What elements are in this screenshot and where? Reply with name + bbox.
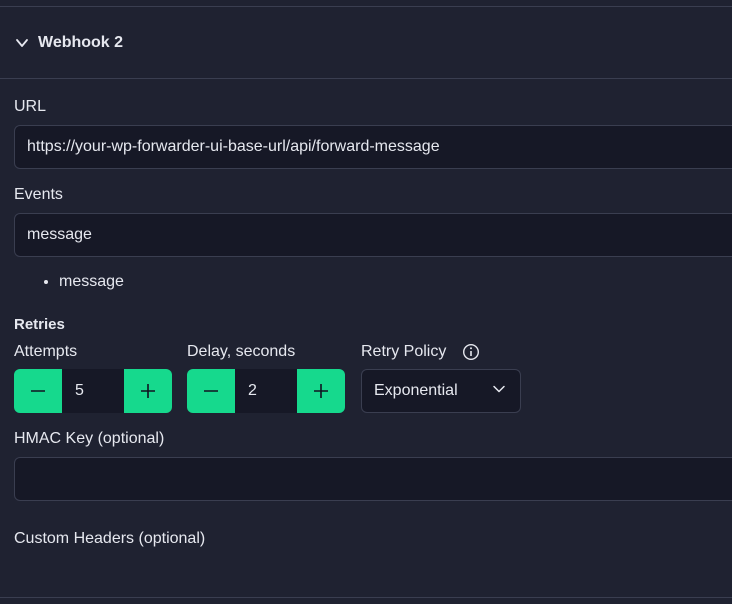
webhook-title: Webhook 2 xyxy=(38,33,124,51)
list-item: message xyxy=(59,272,124,292)
header-divider xyxy=(0,78,732,79)
attempts-label: Attempts xyxy=(14,343,78,360)
delay-value[interactable]: 2 xyxy=(235,369,297,413)
webhook-panel-header[interactable]: Webhook 2 xyxy=(0,7,732,78)
chevron-down-icon xyxy=(492,382,506,401)
plus-icon xyxy=(141,384,155,398)
hmac-key-label: HMAC Key (optional) xyxy=(14,430,165,447)
retries-section-title: Retries xyxy=(14,316,65,333)
webhook-settings-panel: Webhook 2 URL Events message Retries Att… xyxy=(0,0,732,604)
retry-policy-label: Retry Policy xyxy=(361,343,447,360)
delay-label: Delay, seconds xyxy=(187,343,296,360)
minus-icon xyxy=(204,390,218,392)
info-icon[interactable] xyxy=(462,343,480,361)
hmac-key-input[interactable] xyxy=(14,457,732,501)
delay-increment-button[interactable] xyxy=(297,369,345,413)
attempts-increment-button[interactable] xyxy=(124,369,172,413)
plus-icon xyxy=(314,384,328,398)
url-input[interactable] xyxy=(14,125,732,169)
custom-headers-label: Custom Headers (optional) xyxy=(14,530,206,547)
retry-policy-select[interactable]: Exponential xyxy=(361,369,521,413)
url-label: URL xyxy=(14,98,47,115)
attempts-stepper: 5 xyxy=(14,369,172,413)
bottom-divider xyxy=(0,597,732,598)
delay-stepper: 2 xyxy=(187,369,345,413)
attempts-value[interactable]: 5 xyxy=(62,369,124,413)
retry-policy-value: Exponential xyxy=(374,382,458,399)
attempts-decrement-button[interactable] xyxy=(14,369,62,413)
events-label: Events xyxy=(14,186,63,203)
chevron-down-icon[interactable] xyxy=(14,35,30,51)
minus-icon xyxy=(31,390,45,392)
delay-decrement-button[interactable] xyxy=(187,369,235,413)
events-input[interactable] xyxy=(14,213,732,257)
selected-events-list: message xyxy=(14,272,124,292)
